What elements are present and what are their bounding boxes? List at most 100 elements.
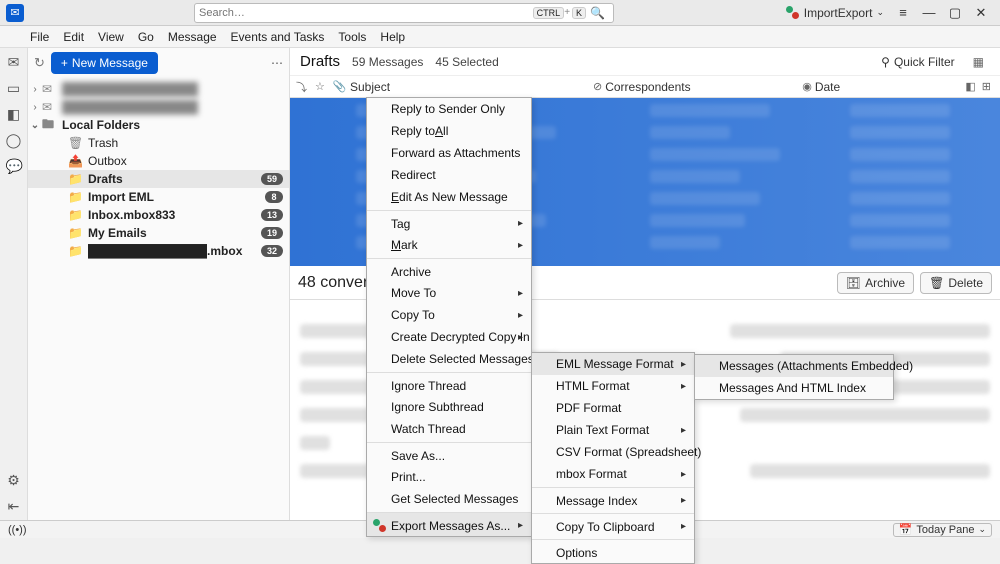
column-date[interactable]: Date [815, 80, 963, 94]
menu-edit[interactable]: Edit [63, 30, 84, 44]
left-rail: ✉ ▭ ◧ ◯ 💬 ⚙ ⇤ [0, 48, 28, 520]
context-item[interactable]: Export Messages As...▸ [367, 512, 531, 536]
attachment-col-icon[interactable]: 📎 [333, 80, 347, 93]
folder-icon: 📁 [68, 172, 84, 186]
thread-col-icon[interactable]: ⤵ [296, 79, 307, 95]
calendar-tab-icon[interactable]: ◧ [6, 106, 22, 122]
context-item[interactable]: Print... [367, 466, 531, 488]
minimize-button[interactable]: — [916, 5, 942, 20]
display-options-icon[interactable]: ▦ [967, 55, 990, 69]
folder-icon: 📁 [68, 208, 84, 222]
context-item[interactable]: Plain Text Format▸ [532, 419, 694, 441]
context-item[interactable]: EML Message Format▸ [532, 353, 694, 375]
star-col-icon[interactable]: ☆ [315, 80, 325, 93]
folder-import-eml[interactable]: 📁Import EML8 [28, 188, 289, 206]
folder-tree: ›✉████████████████ ›✉████████████████ ⌄🖿… [28, 78, 289, 262]
message-count: 59 Messages [352, 55, 423, 69]
context-item[interactable]: Save As... [367, 442, 531, 466]
context-item[interactable]: Copy To▸ [367, 304, 531, 326]
settings-icon[interactable]: ⚙ [6, 472, 22, 488]
tag-col-icon[interactable]: ◧ [962, 80, 978, 93]
context-item[interactable]: Delete Selected Messages [367, 348, 531, 370]
context-item[interactable]: Messages (Attachments Embedded) [695, 355, 893, 377]
submenu-arrow-icon: ▸ [681, 495, 686, 506]
sidebar-more-icon[interactable]: ⋯ [271, 56, 283, 70]
folder-trash[interactable]: 🗑Trash [28, 134, 289, 152]
local-folders-row[interactable]: ⌄🖿Local Folders [28, 116, 289, 134]
context-item[interactable]: Archive [367, 258, 531, 282]
calendar-icon: 📅 [899, 523, 913, 536]
mail-tab-icon[interactable]: ✉ [6, 54, 22, 70]
archive-button[interactable]: 🗄Archive [837, 272, 914, 294]
read-col-icon[interactable]: ◉ [799, 80, 815, 93]
column-picker-icon[interactable]: ⊞ [979, 80, 994, 93]
maximize-button[interactable]: ▢ [942, 5, 968, 21]
context-item[interactable]: Reply to Sender Only [367, 98, 531, 120]
close-button[interactable]: ✕ [968, 5, 994, 21]
chevron-down-icon: ⌄ [978, 524, 986, 535]
addressbook-tab-icon[interactable]: ▭ [6, 80, 22, 96]
folder-outbox[interactable]: 📤Outbox [28, 152, 289, 170]
column-subject[interactable]: Subject [350, 80, 590, 94]
context-item[interactable]: Ignore Thread [367, 372, 531, 396]
submenu-arrow-icon: ▸ [681, 359, 686, 370]
plus-icon: + [61, 56, 68, 70]
hamburger-menu[interactable]: ≡ [890, 5, 916, 20]
menu-help[interactable]: Help [380, 30, 405, 44]
context-item[interactable]: Ignore Subthread [367, 396, 531, 418]
context-item[interactable]: Move To▸ [367, 282, 531, 304]
today-pane-button[interactable]: 📅Today Pane⌄ [893, 523, 992, 537]
account-row[interactable]: ›✉████████████████ [28, 98, 289, 116]
context-item[interactable]: CSV Format (Spreadsheet) [532, 441, 694, 463]
menu-events-tasks[interactable]: Events and Tasks [231, 30, 325, 44]
context-item[interactable]: Create Decrypted Copy In▸ [367, 326, 531, 348]
context-item[interactable]: PDF Format [532, 397, 694, 419]
menu-view[interactable]: View [98, 30, 124, 44]
menu-message[interactable]: Message [168, 30, 217, 44]
context-menu-message: Reply to Sender OnlyReply to AllForward … [366, 97, 532, 537]
context-item[interactable]: Redirect [367, 164, 531, 186]
content-header: Drafts 59 Messages 45 Selected ⚲Quick Fi… [290, 48, 1000, 76]
menu-go[interactable]: Go [138, 30, 154, 44]
context-item[interactable]: Watch Thread [367, 418, 531, 440]
folder-icon: 📁 [68, 190, 84, 204]
context-item[interactable]: HTML Format▸ [532, 375, 694, 397]
import-export-button[interactable]: ImportExport ⌄ [780, 6, 890, 20]
context-item[interactable]: Options [532, 539, 694, 563]
new-message-button[interactable]: + New Message [51, 52, 158, 74]
menu-tools[interactable]: Tools [338, 30, 366, 44]
folder-drafts[interactable]: 📁Drafts59 [28, 170, 289, 188]
folder-inbox-mbox[interactable]: 📁Inbox.mbox83313 [28, 206, 289, 224]
context-item[interactable]: Forward as Attachments [367, 142, 531, 164]
context-item[interactable]: Copy To Clipboard▸ [532, 513, 694, 537]
delete-button[interactable]: 🗑Delete [920, 272, 992, 294]
collapse-icon[interactable]: ⇤ [6, 498, 22, 514]
column-correspondents[interactable]: Correspondents [605, 80, 799, 94]
conversation-title: 48 conver [298, 274, 368, 292]
chat-tab-icon[interactable]: 💬 [6, 158, 22, 174]
quick-filter-button[interactable]: ⚲Quick Filter [881, 55, 954, 69]
search-field[interactable]: CTRL + K 🔍 [194, 3, 614, 23]
tasks-tab-icon[interactable]: ◯ [6, 132, 22, 148]
submenu-arrow-icon: ▸ [518, 218, 523, 229]
context-item[interactable]: Messages And HTML Index [695, 377, 893, 399]
spam-col-icon[interactable]: ⊘ [590, 80, 605, 93]
submenu-arrow-icon: ▸ [518, 240, 523, 251]
import-export-icon [786, 6, 800, 20]
context-item[interactable]: Edit As New Message [367, 186, 531, 208]
menu-bar: File Edit View Go Message Events and Tas… [0, 26, 1000, 48]
account-row[interactable]: ›✉████████████████ [28, 80, 289, 98]
context-item[interactable]: Reply to All [367, 120, 531, 142]
context-item[interactable]: Message Index▸ [532, 487, 694, 511]
search-input[interactable] [199, 7, 531, 19]
menu-file[interactable]: File [30, 30, 49, 44]
get-messages-icon[interactable]: ↻ [34, 55, 45, 71]
context-item[interactable]: Get Selected Messages [367, 488, 531, 510]
folder-mbox[interactable]: 📁██████████████.mbox32 [28, 242, 289, 260]
search-icon[interactable]: 🔍 [586, 6, 609, 20]
context-item[interactable]: mbox Format▸ [532, 463, 694, 485]
context-item[interactable]: Tag▸ [367, 210, 531, 234]
context-item[interactable]: Mark▸ [367, 234, 531, 256]
folder-my-emails[interactable]: 📁My Emails19 [28, 224, 289, 242]
trash-icon: 🗑 [68, 136, 84, 150]
